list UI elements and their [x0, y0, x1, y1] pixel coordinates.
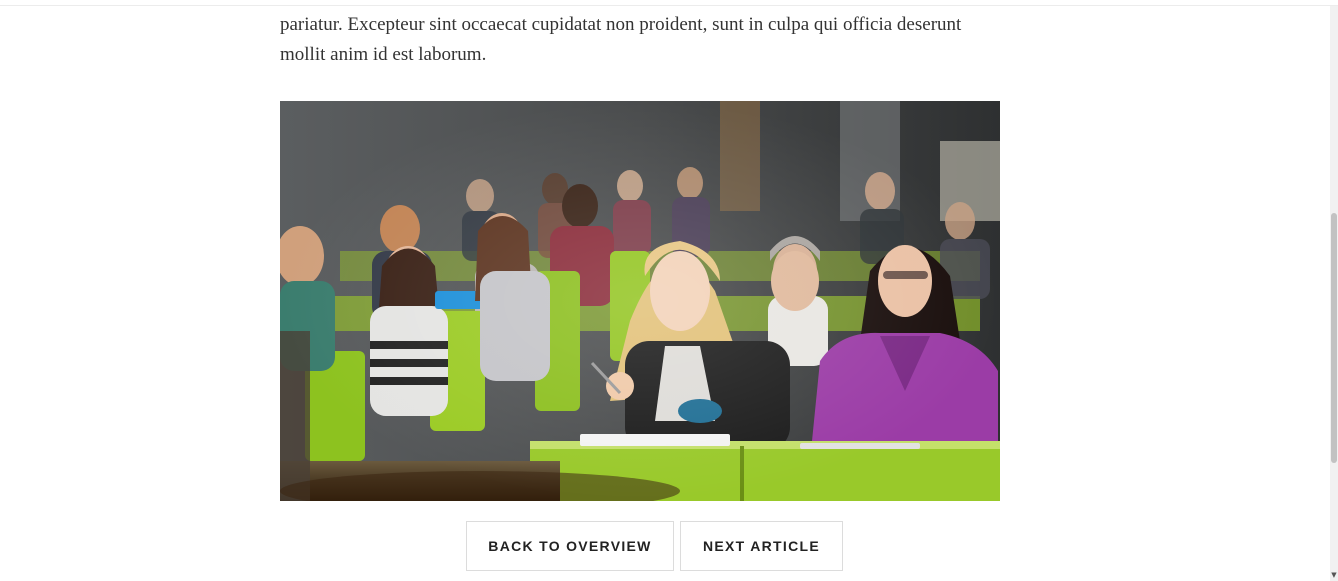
back-to-overview-button[interactable]: BACK TO OVERVIEW — [466, 521, 674, 571]
article-navigation: BACK TO OVERVIEW NEXT ARTICLE — [466, 521, 843, 571]
article-body: Duis aute irure dolor in reprehenderit i… — [280, 0, 1000, 70]
next-article-button[interactable]: NEXT ARTICLE — [680, 521, 843, 571]
vertical-scrollbar[interactable]: ▼ — [1330, 0, 1338, 581]
top-bar — [0, 0, 1338, 6]
scroll-down-arrow-icon[interactable]: ▼ — [1330, 571, 1338, 579]
hero-image — [280, 101, 1000, 501]
article-paragraph: Duis aute irure dolor in reprehenderit i… — [280, 0, 962, 65]
scrollbar-thumb[interactable] — [1331, 213, 1337, 463]
